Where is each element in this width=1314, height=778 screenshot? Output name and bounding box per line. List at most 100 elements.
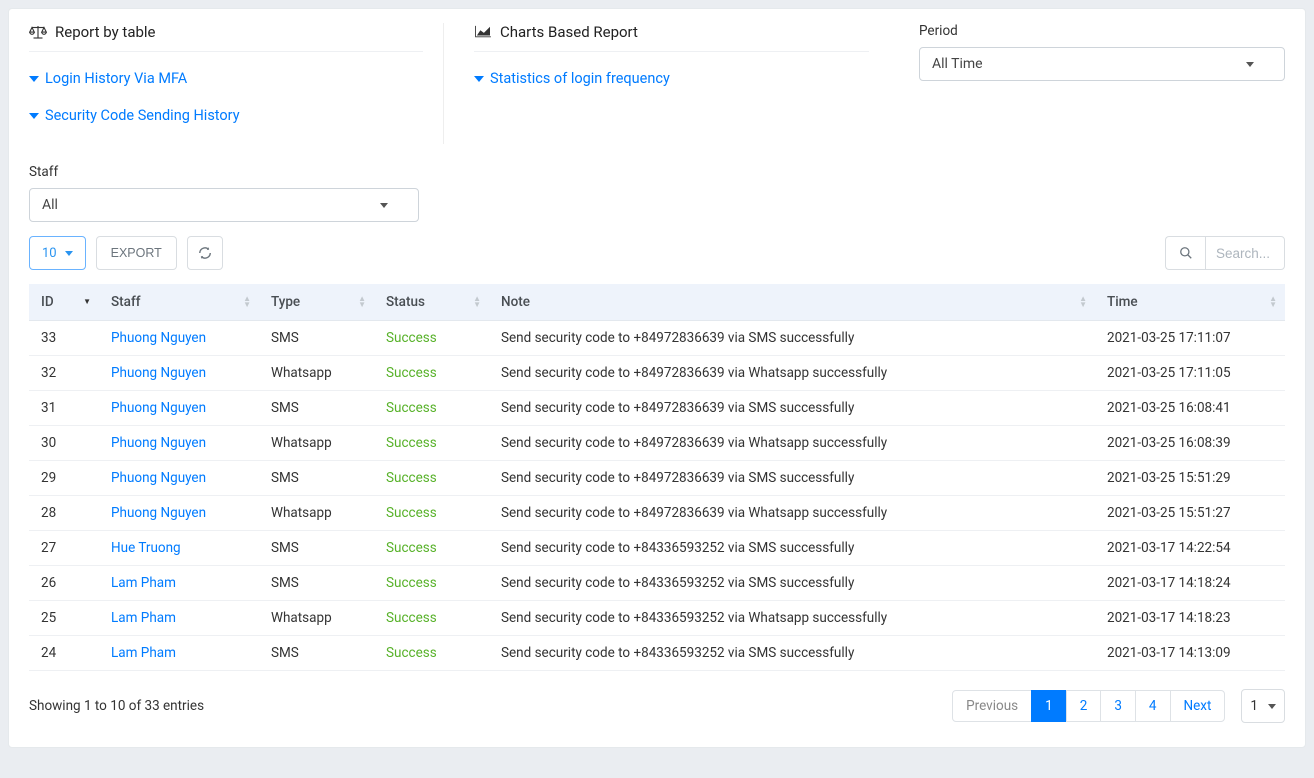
cell-status: Success <box>374 356 489 391</box>
cell-time: 2021-03-25 17:11:05 <box>1095 356 1285 391</box>
cell-staff: Phuong Nguyen <box>99 461 259 496</box>
cell-type: Whatsapp <box>259 601 374 636</box>
cell-staff: Phuong Nguyen <box>99 496 259 531</box>
cell-id: 26 <box>29 566 99 601</box>
staff-link[interactable]: Phuong Nguyen <box>111 365 206 381</box>
cell-note: Send security code to +84336593252 via S… <box>489 566 1095 601</box>
page-prev: Previous <box>952 690 1032 722</box>
cell-type: SMS <box>259 461 374 496</box>
cell-status: Success <box>374 566 489 601</box>
export-button[interactable]: EXPORT <box>96 236 177 270</box>
staff-link[interactable]: Phuong Nguyen <box>111 330 206 346</box>
col-staff[interactable]: Staff▲▼ <box>99 284 259 321</box>
status-badge: Success <box>386 645 437 661</box>
staff-link[interactable]: Lam Pham <box>111 610 176 626</box>
staff-link[interactable]: Lam Pham <box>111 575 176 591</box>
page-next[interactable]: Next <box>1170 690 1226 722</box>
status-badge: Success <box>386 470 437 486</box>
cell-id: 24 <box>29 636 99 671</box>
cell-time: 2021-03-17 14:18:24 <box>1095 566 1285 601</box>
table-body: 33Phuong NguyenSMSSuccessSend security c… <box>29 321 1285 671</box>
staff-filter-group: Staff All <box>29 164 1285 222</box>
period-label: Period <box>919 23 1285 39</box>
cell-id: 32 <box>29 356 99 391</box>
cell-note: Send security code to +84336593252 via S… <box>489 636 1095 671</box>
cell-note: Send security code to +84972836639 via S… <box>489 391 1095 426</box>
staff-link[interactable]: Phuong Nguyen <box>111 470 206 486</box>
staff-link[interactable]: Phuong Nguyen <box>111 400 206 416</box>
search-input[interactable] <box>1205 236 1285 270</box>
col-time[interactable]: Time▲▼ <box>1095 284 1285 321</box>
status-badge: Success <box>386 610 437 626</box>
history-table: ID▼Staff▲▼Type▲▼Status▲▼Note▲▼Time▲▼ 33P… <box>29 284 1285 671</box>
cell-note: Send security code to +84972836639 via W… <box>489 356 1095 391</box>
cell-note: Send security code to +84972836639 via S… <box>489 321 1095 356</box>
page-3[interactable]: 3 <box>1100 690 1136 722</box>
cell-staff: Lam Pham <box>99 601 259 636</box>
staff-value: All <box>42 197 58 213</box>
col-status[interactable]: Status▲▼ <box>374 284 489 321</box>
status-badge: Success <box>386 365 437 381</box>
cell-staff: Phuong Nguyen <box>99 426 259 461</box>
staff-link[interactable]: Phuong Nguyen <box>111 435 206 451</box>
top-sections: Report by table Login History Via MFA Sec… <box>29 23 1285 144</box>
pagination: Previous1234Next <box>953 690 1225 722</box>
table-footer: Showing 1 to 10 of 33 entries Previous12… <box>29 689 1285 723</box>
report-card: Report by table Login History Via MFA Sec… <box>8 8 1306 748</box>
page-4[interactable]: 4 <box>1135 690 1171 722</box>
cell-time: 2021-03-17 14:22:54 <box>1095 531 1285 566</box>
entries-info: Showing 1 to 10 of 33 entries <box>29 698 204 714</box>
page-1[interactable]: 1 <box>1031 690 1067 722</box>
staff-select[interactable]: All <box>29 188 419 222</box>
refresh-icon <box>198 246 212 260</box>
cell-staff: Lam Pham <box>99 636 259 671</box>
page-size-value: 10 <box>42 246 57 261</box>
cell-staff: Lam Pham <box>99 566 259 601</box>
charts-report-section: Charts Based Report Statistics of login … <box>474 23 889 144</box>
chevron-down-icon <box>1268 704 1276 709</box>
status-badge: Success <box>386 540 437 556</box>
col-id[interactable]: ID ▼ <box>29 284 99 321</box>
table-row: 31Phuong NguyenSMSSuccessSend security c… <box>29 391 1285 426</box>
tables-accordion: Login History Via MFA Security Code Sendi… <box>29 70 423 124</box>
status-badge: Success <box>386 330 437 346</box>
charts-accordion-item-0[interactable]: Statistics of login frequency <box>474 70 869 87</box>
cell-time: 2021-03-25 16:08:39 <box>1095 426 1285 461</box>
period-select[interactable]: All Time <box>919 47 1285 81</box>
page-2[interactable]: 2 <box>1066 690 1102 722</box>
page-jump-value: 1 <box>1250 698 1258 714</box>
caret-down-icon <box>29 76 39 82</box>
tables-accordion-item-1[interactable]: Security Code Sending History <box>29 107 423 124</box>
staff-link[interactable]: Phuong Nguyen <box>111 505 206 521</box>
cell-note: Send security code to +84972836639 via S… <box>489 461 1095 496</box>
sort-icon: ▼ <box>83 299 91 305</box>
tables-accordion-item-0[interactable]: Login History Via MFA <box>29 70 423 87</box>
refresh-button[interactable] <box>187 236 223 270</box>
cell-time: 2021-03-25 15:51:27 <box>1095 496 1285 531</box>
section-title-text: Report by table <box>55 23 156 41</box>
table-row: 27Hue TruongSMSSuccessSend security code… <box>29 531 1285 566</box>
cell-id: 28 <box>29 496 99 531</box>
table-row: 30Phuong NguyenWhatsappSuccessSend secur… <box>29 426 1285 461</box>
cell-time: 2021-03-17 14:18:23 <box>1095 601 1285 636</box>
sort-icon: ▲▼ <box>1079 296 1087 308</box>
cell-id: 29 <box>29 461 99 496</box>
col-type[interactable]: Type▲▼ <box>259 284 374 321</box>
col-note[interactable]: Note▲▼ <box>489 284 1095 321</box>
toolbar-left: 10 EXPORT <box>29 236 223 270</box>
cell-id: 27 <box>29 531 99 566</box>
cell-type: SMS <box>259 531 374 566</box>
staff-link[interactable]: Lam Pham <box>111 645 176 661</box>
page-jump-select[interactable]: 1 <box>1241 689 1285 723</box>
col-label: Time <box>1107 294 1138 310</box>
cell-staff: Phuong Nguyen <box>99 391 259 426</box>
cell-status: Success <box>374 601 489 636</box>
col-label: ID <box>41 294 54 310</box>
sort-icon: ▲▼ <box>473 296 481 308</box>
cell-status: Success <box>374 426 489 461</box>
cell-note: Send security code to +84972836639 via W… <box>489 496 1095 531</box>
sort-icon: ▲▼ <box>358 296 366 308</box>
staff-link[interactable]: Hue Truong <box>111 540 181 556</box>
page-size-select[interactable]: 10 <box>29 236 86 270</box>
cell-time: 2021-03-25 15:51:29 <box>1095 461 1285 496</box>
